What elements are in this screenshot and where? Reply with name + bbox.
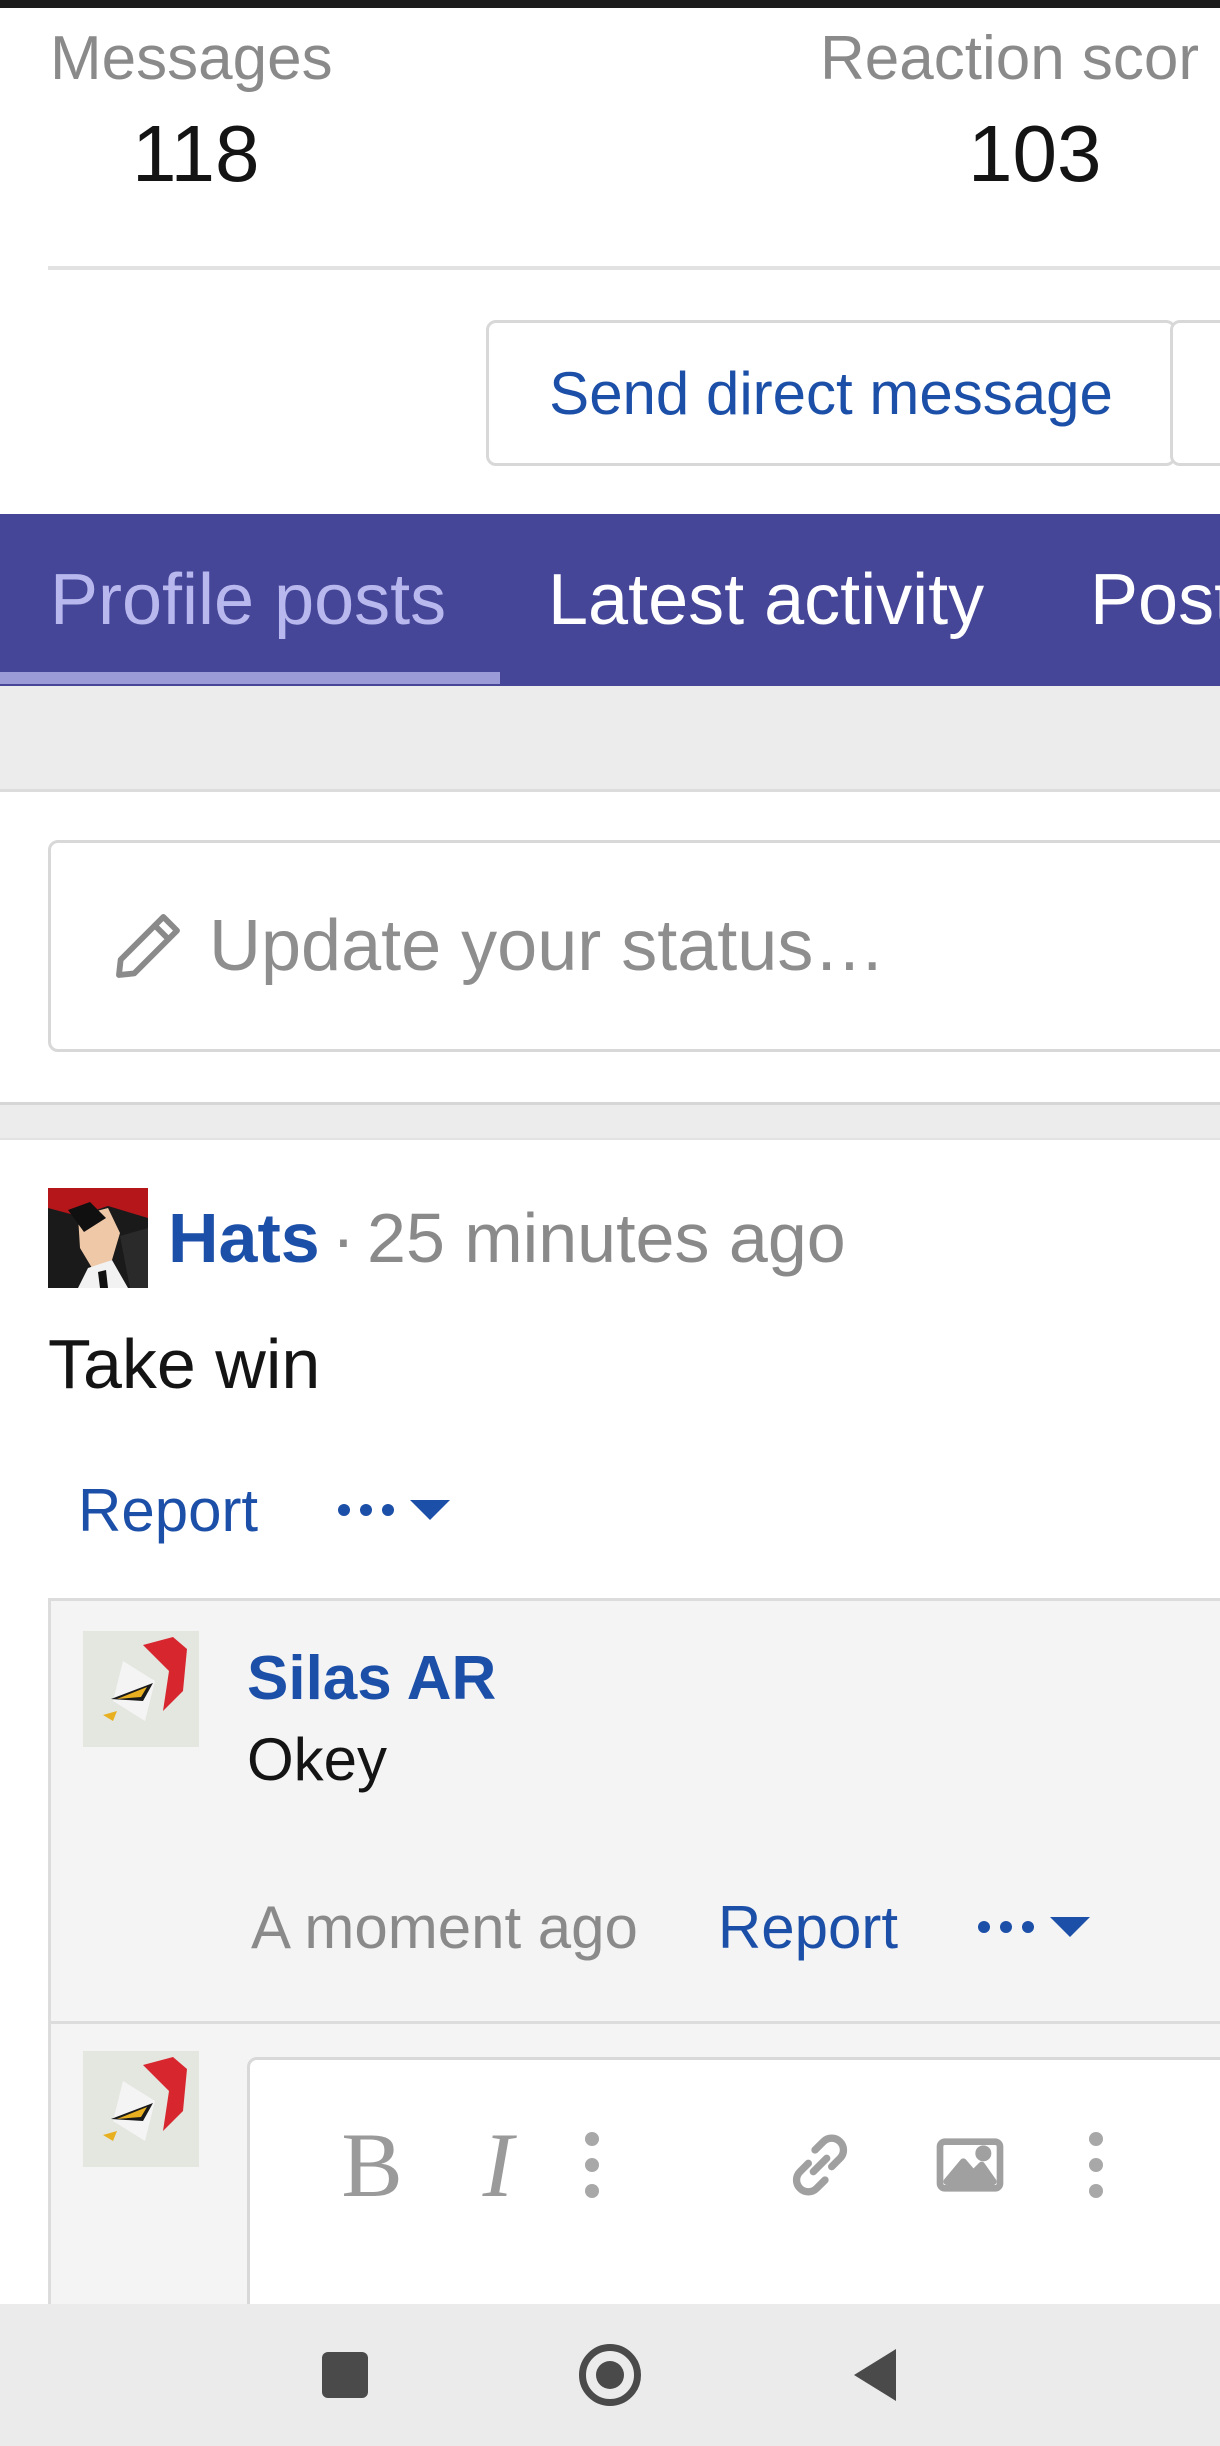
avatar-image bbox=[83, 2051, 199, 2167]
pencil-icon bbox=[116, 914, 180, 978]
post-meta: Hats · 25 minutes ago bbox=[168, 1196, 846, 1280]
system-navigation-bar bbox=[0, 2304, 1220, 2446]
stat-messages-value: 118 bbox=[132, 109, 260, 198]
home-button[interactable] bbox=[565, 2304, 655, 2446]
section-spacer bbox=[0, 1102, 1220, 1140]
next-action-button[interactable] bbox=[1170, 320, 1220, 466]
post-actions: Report bbox=[78, 1470, 451, 1550]
tab-latest-activity[interactable]: Latest activity bbox=[548, 514, 984, 686]
post-timestamp[interactable]: 25 minutes ago bbox=[367, 1198, 846, 1278]
divider bbox=[51, 2021, 1220, 2024]
stat-messages-label: Messages bbox=[50, 24, 333, 93]
meta-separator: · bbox=[331, 1199, 356, 1277]
post-body: Take win bbox=[48, 1325, 321, 1403]
avatar-image bbox=[83, 1631, 199, 1747]
comment-body: Okey bbox=[247, 1726, 388, 1793]
comment-actions: A moment ago Report bbox=[251, 1887, 1090, 1967]
comment-more-options-menu[interactable] bbox=[978, 1917, 1090, 1937]
divider bbox=[48, 266, 1220, 270]
status-placeholder: Update your status… bbox=[209, 906, 886, 986]
avatar[interactable] bbox=[48, 1188, 148, 1288]
back-button[interactable] bbox=[830, 2304, 920, 2446]
comment-timestamp[interactable]: A moment ago bbox=[251, 1893, 638, 1962]
tab-postings[interactable]: Post bbox=[1090, 514, 1220, 686]
comment-author-link[interactable]: Silas AR bbox=[247, 1643, 496, 1714]
comment-report-link[interactable]: Report bbox=[718, 1893, 898, 1962]
section-spacer bbox=[0, 686, 1220, 792]
stat-reaction-score-label: Reaction scor bbox=[820, 24, 1200, 93]
active-tab-indicator bbox=[0, 672, 500, 684]
more-options-menu[interactable] bbox=[338, 1500, 451, 1520]
report-link[interactable]: Report bbox=[78, 1476, 258, 1545]
recents-icon bbox=[322, 2352, 368, 2398]
post-author-link[interactable]: Hats bbox=[168, 1198, 320, 1278]
image-icon[interactable] bbox=[920, 2110, 1020, 2220]
send-direct-message-button[interactable]: Send direct message bbox=[486, 320, 1176, 466]
caret-down-icon bbox=[1050, 1917, 1090, 1937]
reply-avatar bbox=[83, 2051, 199, 2167]
more-dots-icon bbox=[978, 1921, 1034, 1933]
home-icon bbox=[579, 2344, 641, 2406]
stat-reaction-score-value: 103 bbox=[968, 109, 1102, 198]
more-dots-icon bbox=[338, 1504, 395, 1516]
back-icon bbox=[854, 2349, 896, 2401]
profile-tabs: Profile posts Latest activity Post bbox=[0, 514, 1220, 686]
comment-avatar[interactable] bbox=[83, 1631, 199, 1747]
more-options-icon[interactable] bbox=[1076, 2110, 1116, 2220]
stat-messages: Messages 118 bbox=[50, 22, 333, 202]
status-input[interactable]: Update your status… bbox=[48, 840, 1220, 1052]
recents-button[interactable] bbox=[300, 2304, 390, 2446]
avatar-image bbox=[48, 1188, 148, 1288]
link-icon[interactable] bbox=[770, 2110, 870, 2220]
profile-page: Messages 118 Reaction scor 103 Send dire… bbox=[0, 0, 1220, 2446]
caret-down-icon bbox=[410, 1500, 451, 1520]
more-options-icon[interactable] bbox=[572, 2110, 612, 2220]
tab-profile-posts[interactable]: Profile posts bbox=[50, 514, 446, 686]
bold-icon[interactable]: B bbox=[322, 2110, 422, 2220]
stat-reaction-score: Reaction scor 103 bbox=[820, 22, 1199, 202]
italic-icon[interactable]: I bbox=[448, 2110, 548, 2220]
top-edge bbox=[0, 0, 1220, 8]
